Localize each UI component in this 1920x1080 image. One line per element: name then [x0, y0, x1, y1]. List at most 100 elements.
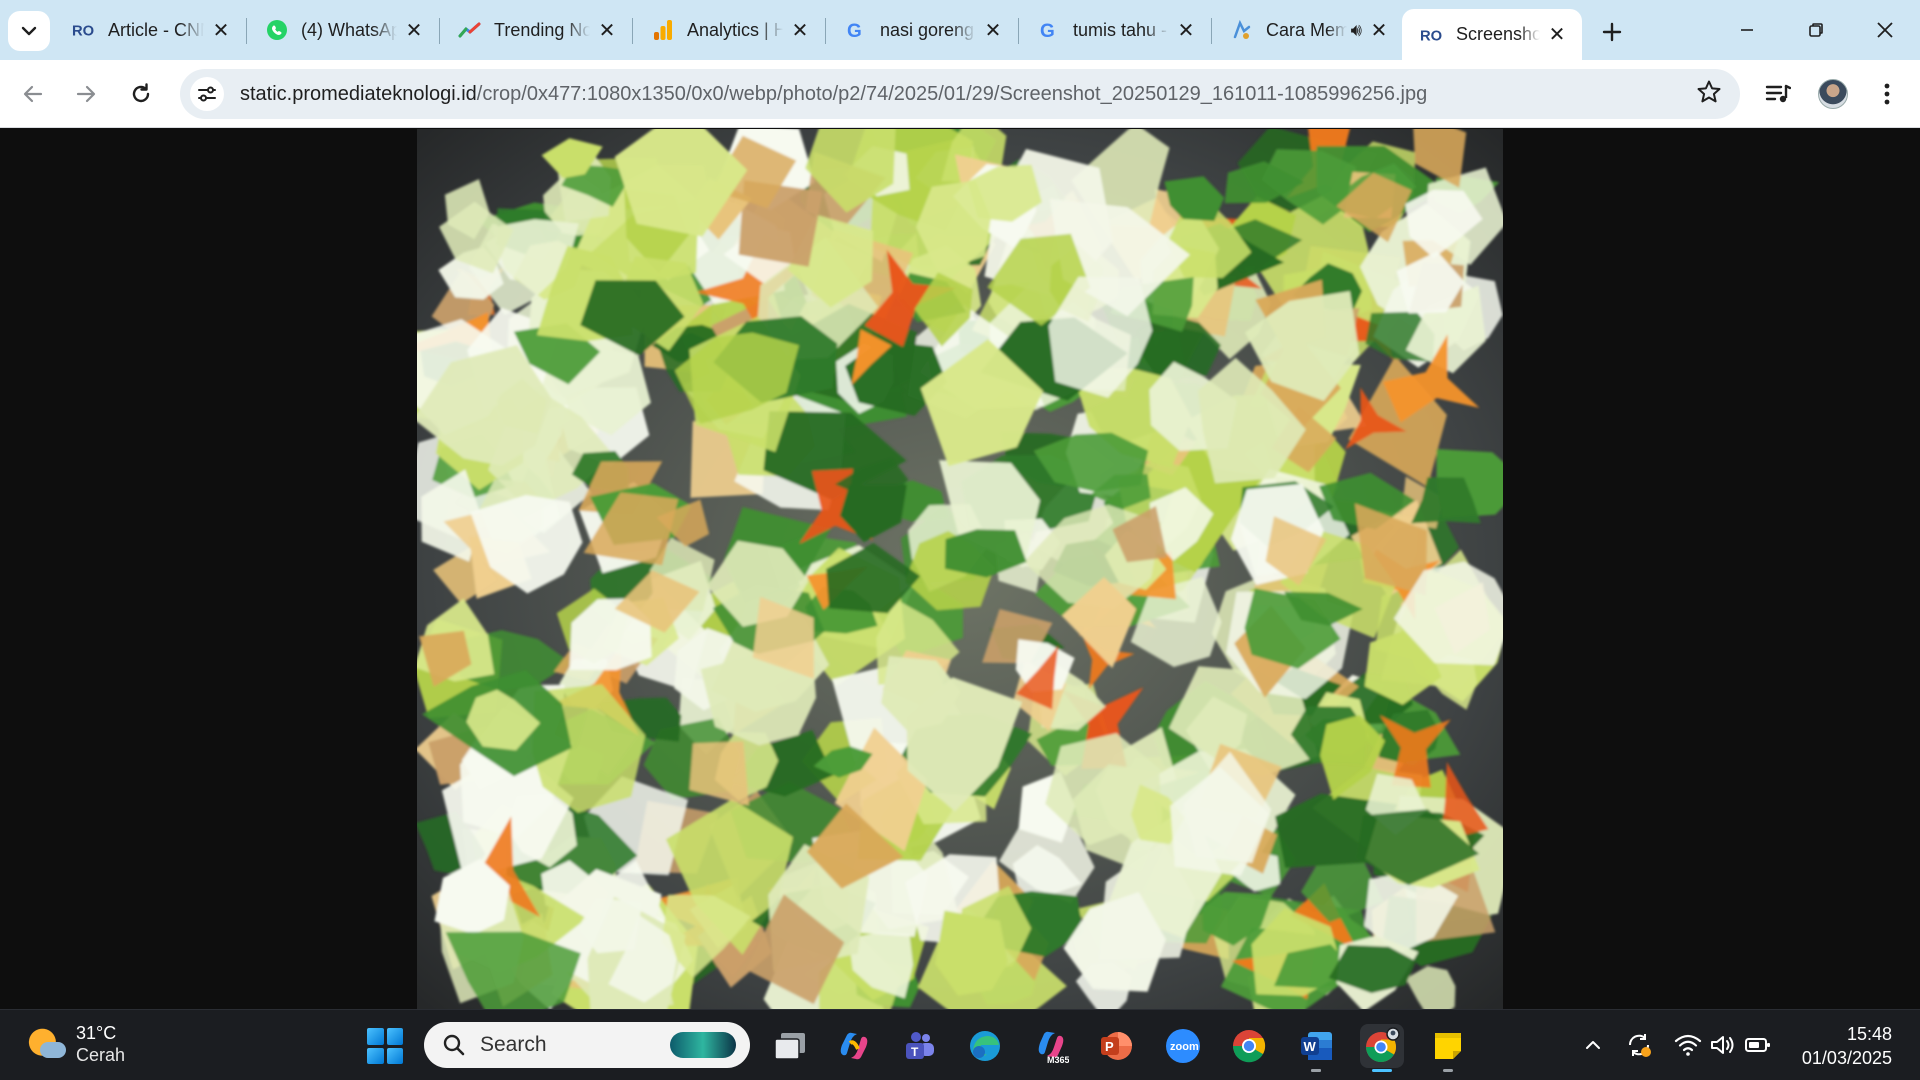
url-text: static.promediateknologi.id/crop/0x477:1… [240, 83, 1427, 106]
edge-button[interactable] [963, 1024, 1007, 1068]
copilot-button[interactable] [832, 1024, 876, 1068]
tab-article[interactable]: RO Article - CNN Indonesia Regional ✕ [54, 9, 246, 51]
microsoft-365-button[interactable]: M365 [1029, 1024, 1073, 1068]
article-icon [1230, 18, 1254, 42]
close-icon[interactable]: ✕ [982, 19, 1004, 42]
powerpoint-icon: P [1101, 1032, 1132, 1060]
windows-logo-tile [386, 1047, 403, 1064]
svg-text:G: G [847, 21, 862, 41]
site-info-button[interactable] [190, 77, 224, 111]
star-icon [1697, 80, 1721, 103]
tab-strip: RO Article - CNN Indonesia Regional ✕ (4… [0, 0, 1920, 60]
teams-button[interactable]: T [897, 1024, 941, 1068]
system-clock[interactable]: 15:48 01/03/2025 [1802, 1022, 1892, 1070]
zoom-button[interactable]: zoom [1161, 1024, 1205, 1068]
tab-cara-membuat[interactable]: Cara Membuat 🔊︎ ✕ [1212, 9, 1404, 51]
search-highlight-icon [670, 1032, 736, 1058]
taskbar-search[interactable]: Search [424, 1022, 750, 1068]
close-icon[interactable]: ✕ [210, 19, 232, 42]
weather-temperature: 31°C [76, 1023, 117, 1043]
tab-google-nasi-goreng[interactable]: G nasi goreng - Google Search ✕ [826, 9, 1018, 51]
svg-text:T: T [911, 1045, 919, 1059]
back-button[interactable] [13, 74, 53, 114]
more-vert-icon [1884, 83, 1890, 105]
wifi-icon [1674, 1034, 1702, 1056]
word-icon: W [1301, 1032, 1332, 1060]
ro-icon: RO [1420, 23, 1444, 47]
zoom-label: zoom [1170, 1041, 1199, 1053]
browser-toolbar: static.promediateknologi.id/crop/0x477:1… [0, 60, 1920, 128]
queue-music-icon [1765, 84, 1791, 103]
tab-title: Cara Membuat [1266, 19, 1347, 40]
arrow-right-icon [76, 85, 96, 103]
copilot-icon [840, 1032, 868, 1060]
task-view-button[interactable] [768, 1024, 812, 1068]
wifi-button[interactable] [1673, 1030, 1703, 1060]
tab-trending[interactable]: Trending Now ✕ [440, 9, 632, 51]
tab-title: (4) WhatsApp [301, 19, 397, 40]
weather-condition: Cerah [76, 1045, 126, 1065]
avatar [1818, 79, 1848, 109]
bookmark-star-button[interactable] [1696, 79, 1722, 112]
teams-icon: T [906, 1032, 934, 1059]
battery-icon [1745, 1038, 1770, 1052]
ro-icon: RO [72, 18, 96, 42]
restore-icon [1809, 23, 1823, 37]
chrome-button[interactable] [1227, 1024, 1271, 1068]
show-hidden-icons-button[interactable] [1578, 1030, 1608, 1060]
tab-title: nasi goreng - Google Search [880, 19, 976, 40]
chrome-profile-button[interactable] [1360, 1024, 1404, 1072]
volume-button[interactable] [1708, 1030, 1738, 1060]
address-bar[interactable]: static.promediateknologi.id/crop/0x477:1… [180, 69, 1740, 119]
chrome-icon [1233, 1030, 1266, 1063]
image-viewport [0, 129, 1920, 1009]
sync-icon [1628, 1034, 1651, 1057]
word-button[interactable]: W [1294, 1024, 1338, 1072]
media-control-button[interactable] [1758, 74, 1798, 114]
minimize-button[interactable] [1724, 10, 1770, 50]
reload-button[interactable] [121, 74, 161, 114]
tab-search-button[interactable] [8, 11, 50, 51]
svg-text:RO: RO [72, 24, 94, 40]
edge-icon [970, 1031, 1000, 1061]
close-icon[interactable]: ✕ [1546, 24, 1568, 46]
clock-date: 01/03/2025 [1801, 1048, 1892, 1068]
m365-label: M365 [1047, 1055, 1069, 1064]
minimize-icon [1741, 29, 1753, 31]
sticky-notes-button[interactable] [1426, 1024, 1470, 1072]
google-icon: G [1037, 18, 1061, 42]
close-icon[interactable]: ✕ [789, 19, 811, 42]
profile-button[interactable] [1813, 74, 1853, 114]
url-host: static.promediateknologi.id [240, 82, 477, 105]
powerpoint-button[interactable]: P [1094, 1024, 1138, 1068]
battery-button[interactable] [1743, 1030, 1773, 1060]
url-path: /crop/0x477:1080x1350/0x0/webp/photo/p2/… [476, 82, 1428, 105]
restore-button[interactable] [1793, 10, 1839, 50]
forward-button[interactable] [66, 74, 106, 114]
tab-analytics[interactable]: Analytics | Home ✕ [633, 9, 825, 51]
close-icon[interactable]: ✕ [596, 19, 618, 42]
close-icon[interactable]: ✕ [1175, 19, 1197, 42]
tab-google-tumis-tahu[interactable]: G tumis tahu - Google Search ✕ [1019, 9, 1211, 51]
close-icon[interactable]: ✕ [403, 19, 425, 42]
start-button[interactable] [367, 1028, 403, 1064]
stir-fry-photo[interactable] [417, 129, 1503, 1009]
weather-widget[interactable]: 31°C Cerah [28, 1022, 125, 1066]
speaker-icon[interactable]: 🔊︎ [1351, 20, 1362, 41]
tab-screenshot-active[interactable]: RO Screenshot_20250129 ✕ [1402, 9, 1582, 60]
tab-whatsapp[interactable]: (4) WhatsApp ✕ [247, 9, 439, 51]
weather-sun-icon [28, 1026, 66, 1062]
close-icon[interactable]: ✕ [1368, 19, 1390, 42]
zoom-icon: zoom [1166, 1029, 1200, 1063]
chevron-up-icon [1586, 1041, 1600, 1049]
svg-text:G: G [1040, 21, 1055, 41]
google-icon: G [844, 18, 868, 42]
svg-text:W: W [1304, 1039, 1317, 1054]
new-tab-button[interactable] [1596, 16, 1628, 48]
whatsapp-icon [265, 18, 289, 42]
search-icon [443, 1034, 465, 1056]
close-window-button[interactable] [1862, 10, 1908, 50]
tune-icon [198, 86, 216, 102]
menu-button[interactable] [1867, 74, 1907, 114]
sync-tray-button[interactable] [1624, 1030, 1654, 1060]
